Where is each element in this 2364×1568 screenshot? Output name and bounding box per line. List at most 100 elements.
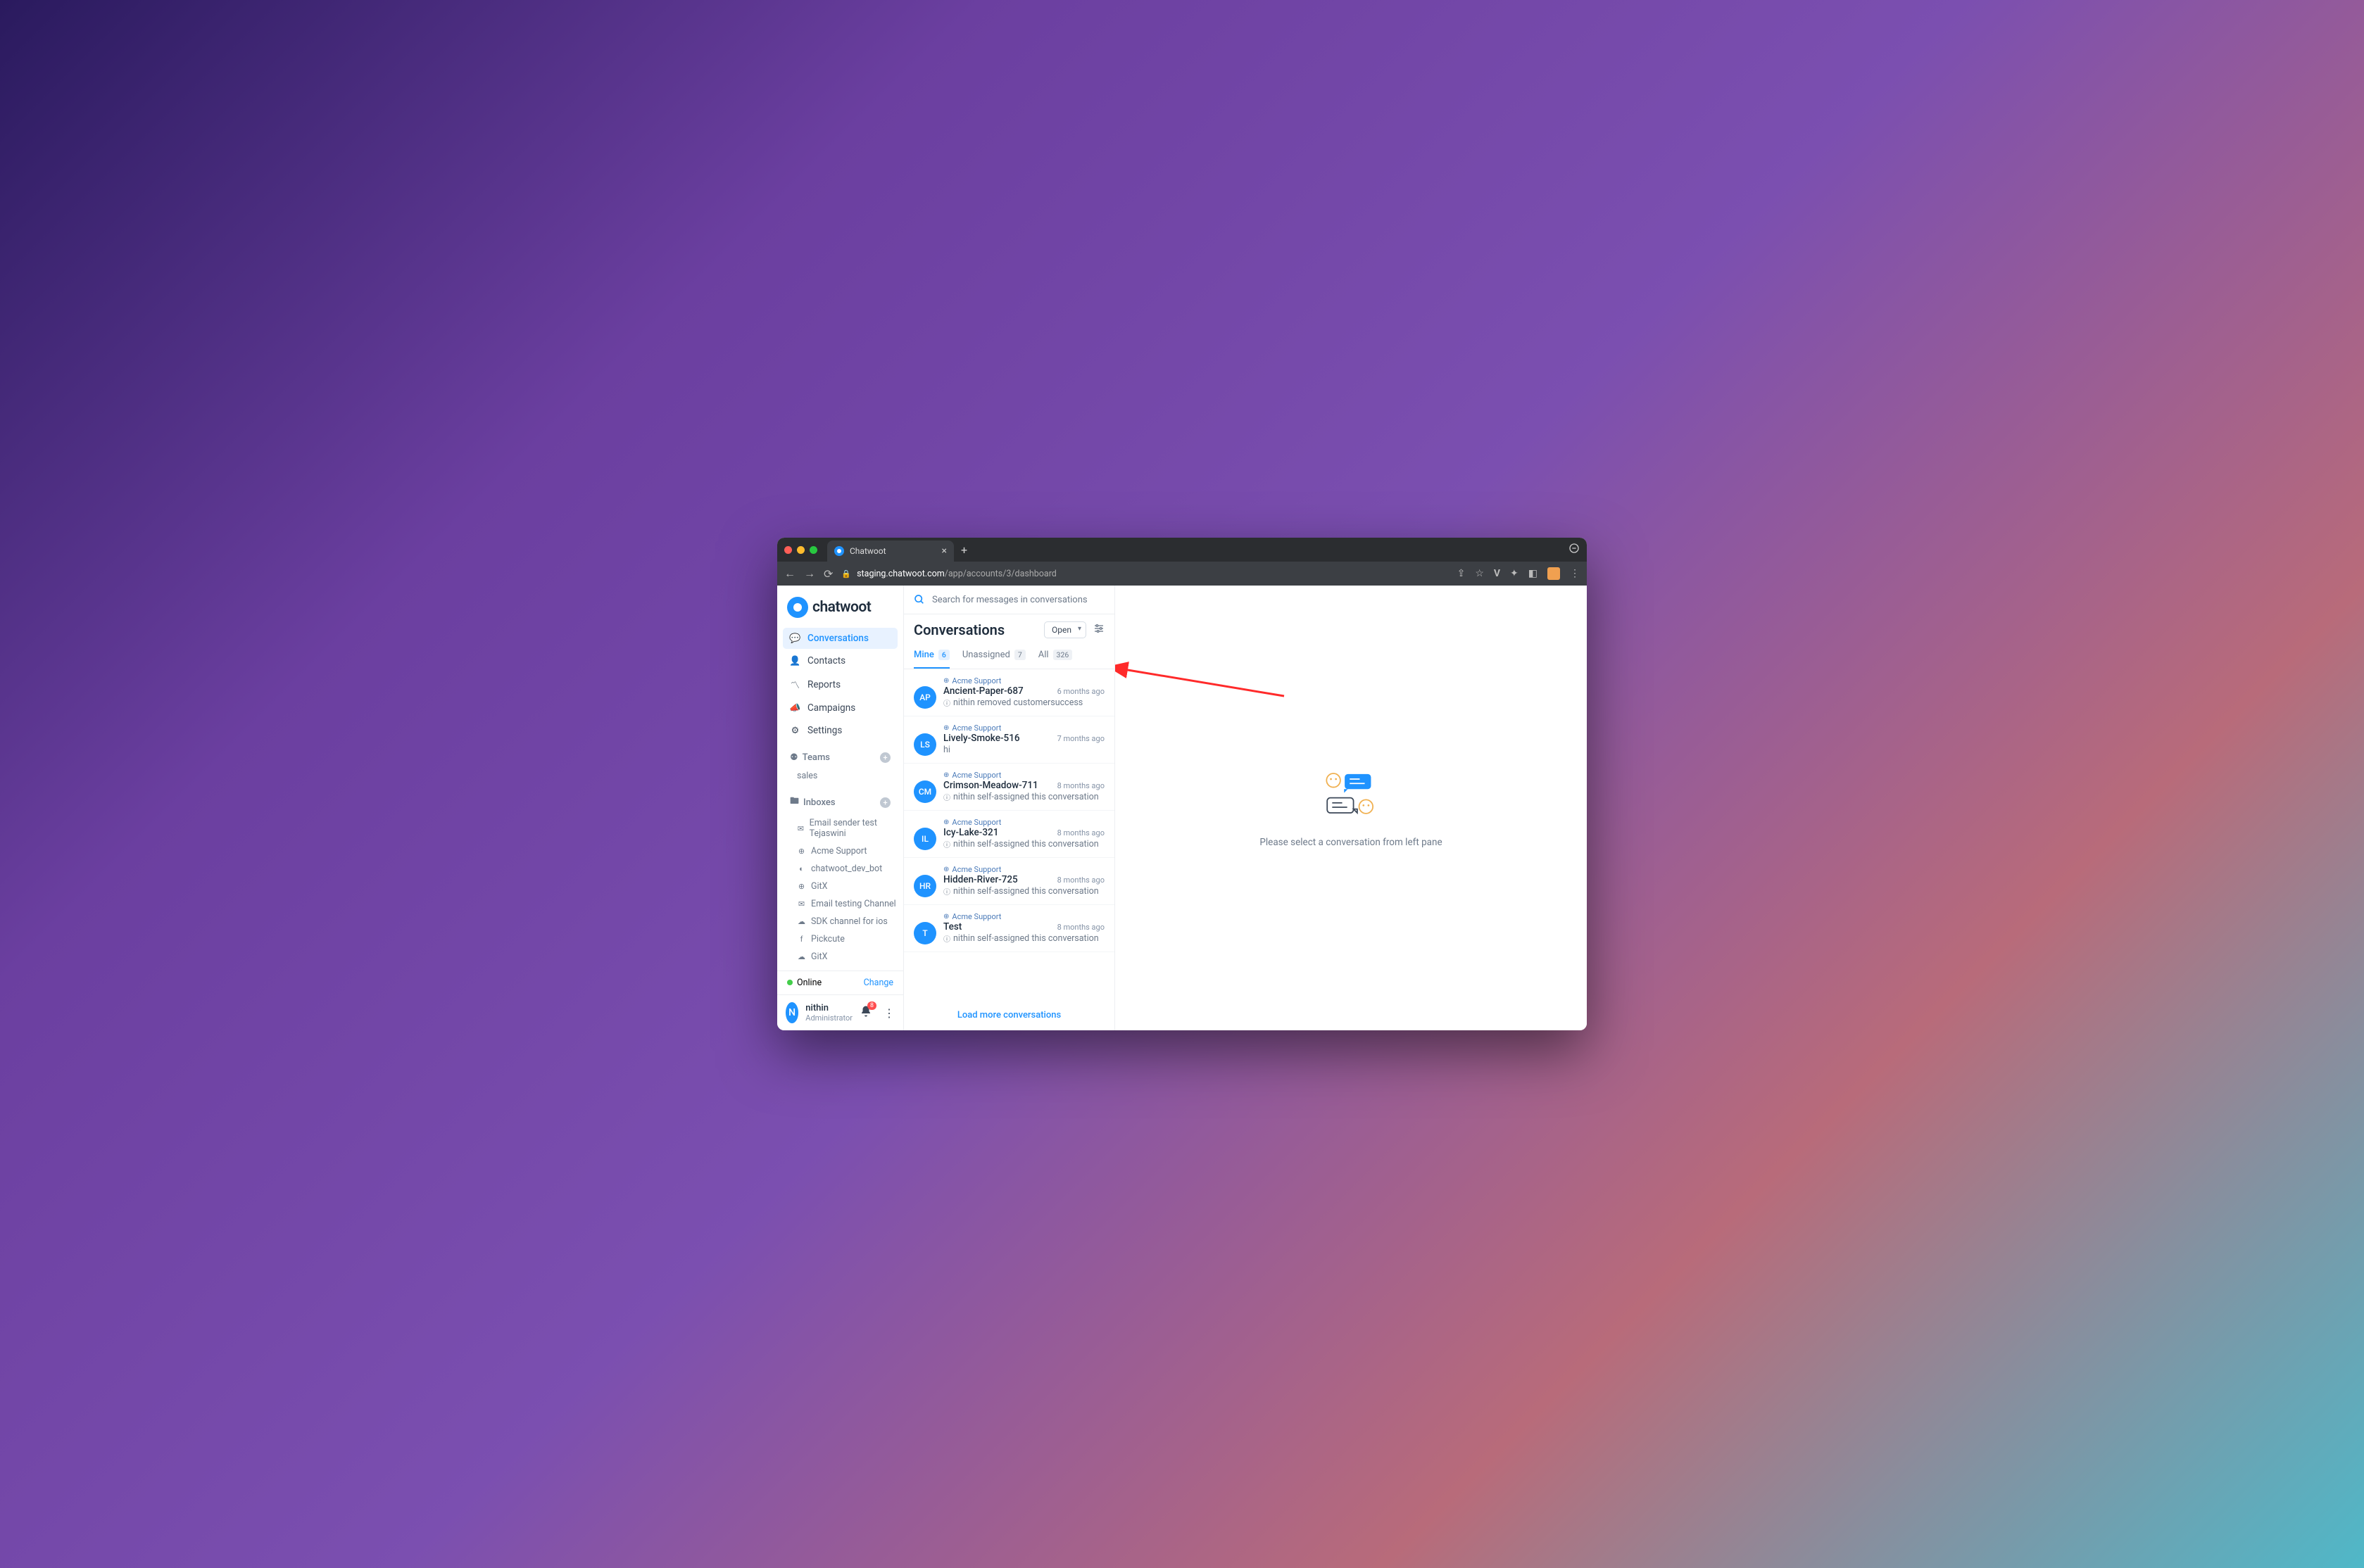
inbox-item[interactable]: ✉Email testing Channel xyxy=(777,895,903,913)
minimize-window-icon[interactable] xyxy=(797,546,805,554)
contact-name: Lively-Smoke-516 xyxy=(943,733,1020,744)
inbox-tag: Acme Support xyxy=(943,912,1105,921)
new-tab-button[interactable]: + xyxy=(961,543,967,557)
teams-header: ⚉Teams + xyxy=(777,742,903,767)
user-menu-button[interactable]: ⋮ xyxy=(884,1006,895,1020)
conversation-tab[interactable]: Unassigned7 xyxy=(962,645,1026,669)
empty-state-text: Please select a conversation from left p… xyxy=(1259,837,1442,848)
contact-avatar: AP xyxy=(914,686,936,709)
share-icon[interactable]: ⇪ xyxy=(1457,568,1466,579)
add-inbox-button[interactable]: + xyxy=(880,797,891,808)
url-input[interactable]: 🔒 staging.chatwoot.com/app/accounts/3/da… xyxy=(841,569,1448,579)
conversation-time: 6 months ago xyxy=(1057,687,1105,696)
inbox-item[interactable]: ✉Email sender test Tejaswini xyxy=(777,814,903,842)
url-path: /app/accounts/3/dashboard xyxy=(945,569,1057,579)
browser-actions: ⇪ ☆ V ✦ ◧ ⋮ xyxy=(1457,567,1580,580)
tab-count: 7 xyxy=(1014,650,1026,660)
extension-v-icon[interactable]: V xyxy=(1494,568,1500,579)
load-more-button[interactable]: Load more conversations xyxy=(904,1000,1114,1030)
conversation-time: 8 months ago xyxy=(1057,781,1105,790)
nav-reports[interactable]: 〽 Reports xyxy=(783,673,898,696)
inbox-tag: Acme Support xyxy=(943,676,1105,685)
conversation-item[interactable]: LSAcme SupportLively-Smoke-5167 months a… xyxy=(904,716,1114,764)
tab-label: Mine xyxy=(914,650,934,660)
inbox-item[interactable]: ◐chatwoot_dev_bot xyxy=(777,860,903,878)
inbox-label: Pickcute xyxy=(811,934,845,944)
inbox-type-icon: ⊕ xyxy=(797,847,806,856)
close-tab-icon[interactable]: × xyxy=(942,545,947,557)
user-avatar[interactable]: N xyxy=(786,1002,798,1023)
conversation-tab[interactable]: Mine 6 xyxy=(914,645,950,669)
status-dot-icon xyxy=(787,980,793,985)
contact-name: Crimson-Meadow-711 xyxy=(943,780,1038,791)
inbox-item[interactable]: ⊕ Acme Support xyxy=(777,842,903,860)
inboxes-header: 🖿Inboxes + xyxy=(777,785,903,814)
inbox-type-icon: ✉ xyxy=(797,899,806,909)
inbox-label: GitX xyxy=(811,881,827,892)
megaphone-icon: 📣 xyxy=(790,703,800,714)
conversation-item[interactable]: CMAcme SupportCrimson-Meadow-7118 months… xyxy=(904,764,1114,811)
nav-label: Contacts xyxy=(807,655,845,666)
nav-contacts[interactable]: 👤 Contacts xyxy=(783,650,898,671)
tab-favicon-icon xyxy=(834,546,844,556)
conversation-time: 8 months ago xyxy=(1057,828,1105,837)
nav-settings[interactable]: ⚙ Settings xyxy=(783,720,898,741)
contact-avatar: CM xyxy=(914,780,936,803)
close-window-icon[interactable] xyxy=(784,546,792,554)
inbox-item[interactable]: ☁SDK channel for ios xyxy=(777,913,903,930)
search-icon xyxy=(914,594,925,605)
window-controls[interactable] xyxy=(784,546,817,554)
conversation-panel: Search for messages in conversations Con… xyxy=(904,586,1115,1030)
search-placeholder: Search for messages in conversations xyxy=(932,595,1088,605)
notifications-button[interactable]: 8 xyxy=(860,1005,872,1020)
conversation-preview: nithin self-assigned this conversation xyxy=(943,839,1105,849)
browser-tab[interactable]: Chatwoot × xyxy=(827,540,954,562)
tab-label: All xyxy=(1038,650,1049,660)
nav-conversations[interactable]: 💬 Conversations xyxy=(783,628,898,649)
maximize-window-icon[interactable] xyxy=(810,546,817,554)
inbox-item[interactable]: ⊕GitX xyxy=(777,878,903,895)
conversation-item[interactable]: APAcme SupportAncient-Paper-6876 months … xyxy=(904,669,1114,716)
conversation-item[interactable]: TAcme SupportTest8 months agonithin self… xyxy=(904,905,1114,952)
conversation-item[interactable]: HRAcme SupportHidden-River-7258 months a… xyxy=(904,858,1114,905)
url-domain: staging.chatwoot.com xyxy=(857,569,945,579)
user-name: nithin xyxy=(805,1003,853,1014)
forward-button[interactable]: → xyxy=(804,567,815,581)
filter-button[interactable] xyxy=(1093,623,1105,637)
search-input[interactable]: Search for messages in conversations xyxy=(904,586,1114,614)
inbox-item[interactable]: fPickcute xyxy=(777,930,903,948)
add-team-button[interactable]: + xyxy=(880,752,891,763)
contact-avatar: LS xyxy=(914,733,936,756)
extensions-icon[interactable]: ✦ xyxy=(1510,568,1519,579)
logo[interactable]: chatwoot xyxy=(777,586,903,628)
contact-name: Icy-Lake-321 xyxy=(943,827,998,838)
tab-overflow-icon[interactable] xyxy=(1568,543,1580,557)
conversation-tab[interactable]: All 326 xyxy=(1038,645,1073,669)
tab-count: 326 xyxy=(1053,650,1073,660)
nav-campaigns[interactable]: 📣 Campaigns xyxy=(783,697,898,719)
status-filter-select[interactable]: Open xyxy=(1044,621,1086,638)
person-icon: 👤 xyxy=(790,656,800,666)
change-status-button[interactable]: Change xyxy=(864,978,893,988)
conversation-preview: nithin self-assigned this conversation xyxy=(943,933,1105,944)
logo-text: chatwoot xyxy=(812,599,871,616)
inbox-tag: Acme Support xyxy=(943,865,1105,874)
browser-menu-icon[interactable]: ⋮ xyxy=(1570,568,1580,579)
inbox-label: Acme Support xyxy=(811,846,867,856)
bookmark-icon[interactable]: ☆ xyxy=(1475,568,1484,579)
contact-avatar: T xyxy=(914,922,936,944)
back-button[interactable]: ← xyxy=(784,567,796,581)
inbox-item[interactable]: ☁GitX xyxy=(777,948,903,966)
tab-count: 6 xyxy=(938,650,950,660)
contact-avatar: HR xyxy=(914,875,936,897)
team-item[interactable]: sales xyxy=(777,767,903,785)
inbox-type-icon: ☁ xyxy=(797,917,806,926)
conversation-time: 8 months ago xyxy=(1057,875,1105,885)
panel-icon[interactable]: ◧ xyxy=(1528,568,1538,579)
conversations-title: Conversations xyxy=(914,621,1037,638)
conversation-time: 8 months ago xyxy=(1057,923,1105,932)
browser-tabs-bar: Chatwoot × + xyxy=(777,538,1587,562)
reload-button[interactable]: ⟳ xyxy=(824,567,833,581)
conversation-item[interactable]: ILAcme SupportIcy-Lake-3218 months agoni… xyxy=(904,811,1114,858)
profile-avatar-icon[interactable] xyxy=(1547,567,1560,580)
